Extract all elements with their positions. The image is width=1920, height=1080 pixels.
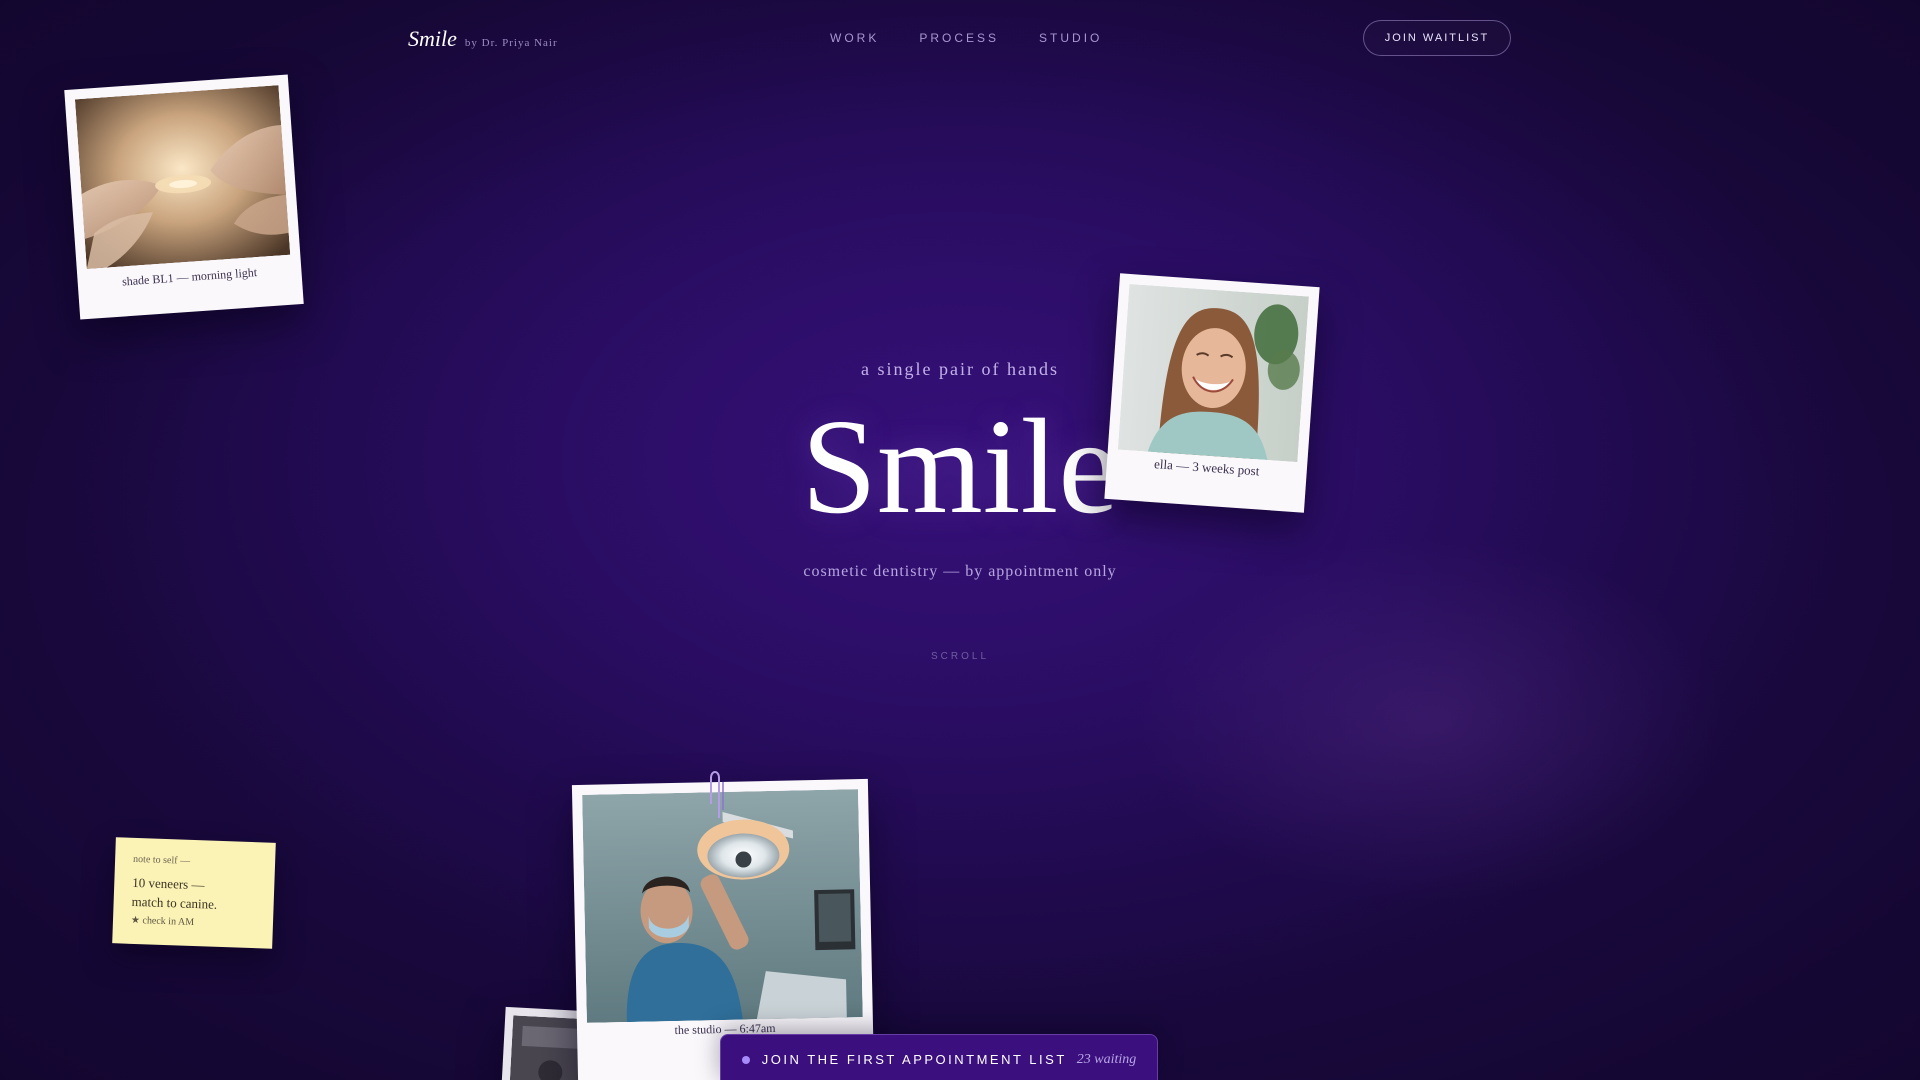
scroll-hint[interactable]: SCROLL bbox=[0, 651, 1920, 662]
nav-link-studio[interactable]: STUDIO bbox=[1039, 31, 1102, 45]
join-waitlist-button[interactable]: JOIN WAITLIST bbox=[1363, 20, 1511, 56]
hero-subtitle: cosmetic dentistry — by appointment only bbox=[803, 563, 1117, 580]
hero-title: Smile bbox=[801, 392, 1119, 542]
brand-name[interactable]: Smile bbox=[408, 26, 457, 52]
appointment-list-button[interactable]: JOIN THE FIRST APPOINTMENT LIST 23 waiti… bbox=[720, 1034, 1158, 1080]
polaroid-patient[interactable]: ella — 3 weeks post bbox=[1104, 273, 1320, 513]
clip-icon bbox=[710, 771, 724, 818]
waiting-count: 23 waiting bbox=[1076, 1051, 1137, 1067]
studio-photo bbox=[582, 789, 863, 1023]
sticky-note-check: ★ check in AM bbox=[130, 914, 195, 929]
status-dot-icon bbox=[741, 1055, 750, 1064]
brand-byline: by Dr. Priya Nair bbox=[464, 37, 558, 49]
polaroid-veneer[interactable]: shade BL1 — morning light bbox=[64, 74, 304, 320]
brand[interactable]: Smile by Dr. Priya Nair bbox=[408, 26, 558, 52]
nav-link-process[interactable]: PROCESS bbox=[919, 31, 999, 45]
sticky-note-heading: note to self — bbox=[132, 853, 191, 867]
nav-links: WORK PROCESS STUDIO bbox=[830, 31, 1102, 45]
appointment-list-label: JOIN THE FIRST APPOINTMENT LIST bbox=[761, 1052, 1067, 1067]
sticky-note-line: match to canine. bbox=[131, 893, 218, 912]
nav-link-work[interactable]: WORK bbox=[830, 31, 879, 45]
hero-eyebrow: a single pair of hands bbox=[861, 359, 1059, 379]
sticky-note[interactable]: note to self — 10 veneers — match to can… bbox=[112, 837, 276, 949]
veneer-photo bbox=[74, 85, 291, 269]
patient-photo bbox=[1117, 283, 1309, 463]
top-nav: Smile by Dr. Priya Nair WORK PROCESS STU… bbox=[0, 0, 1920, 78]
